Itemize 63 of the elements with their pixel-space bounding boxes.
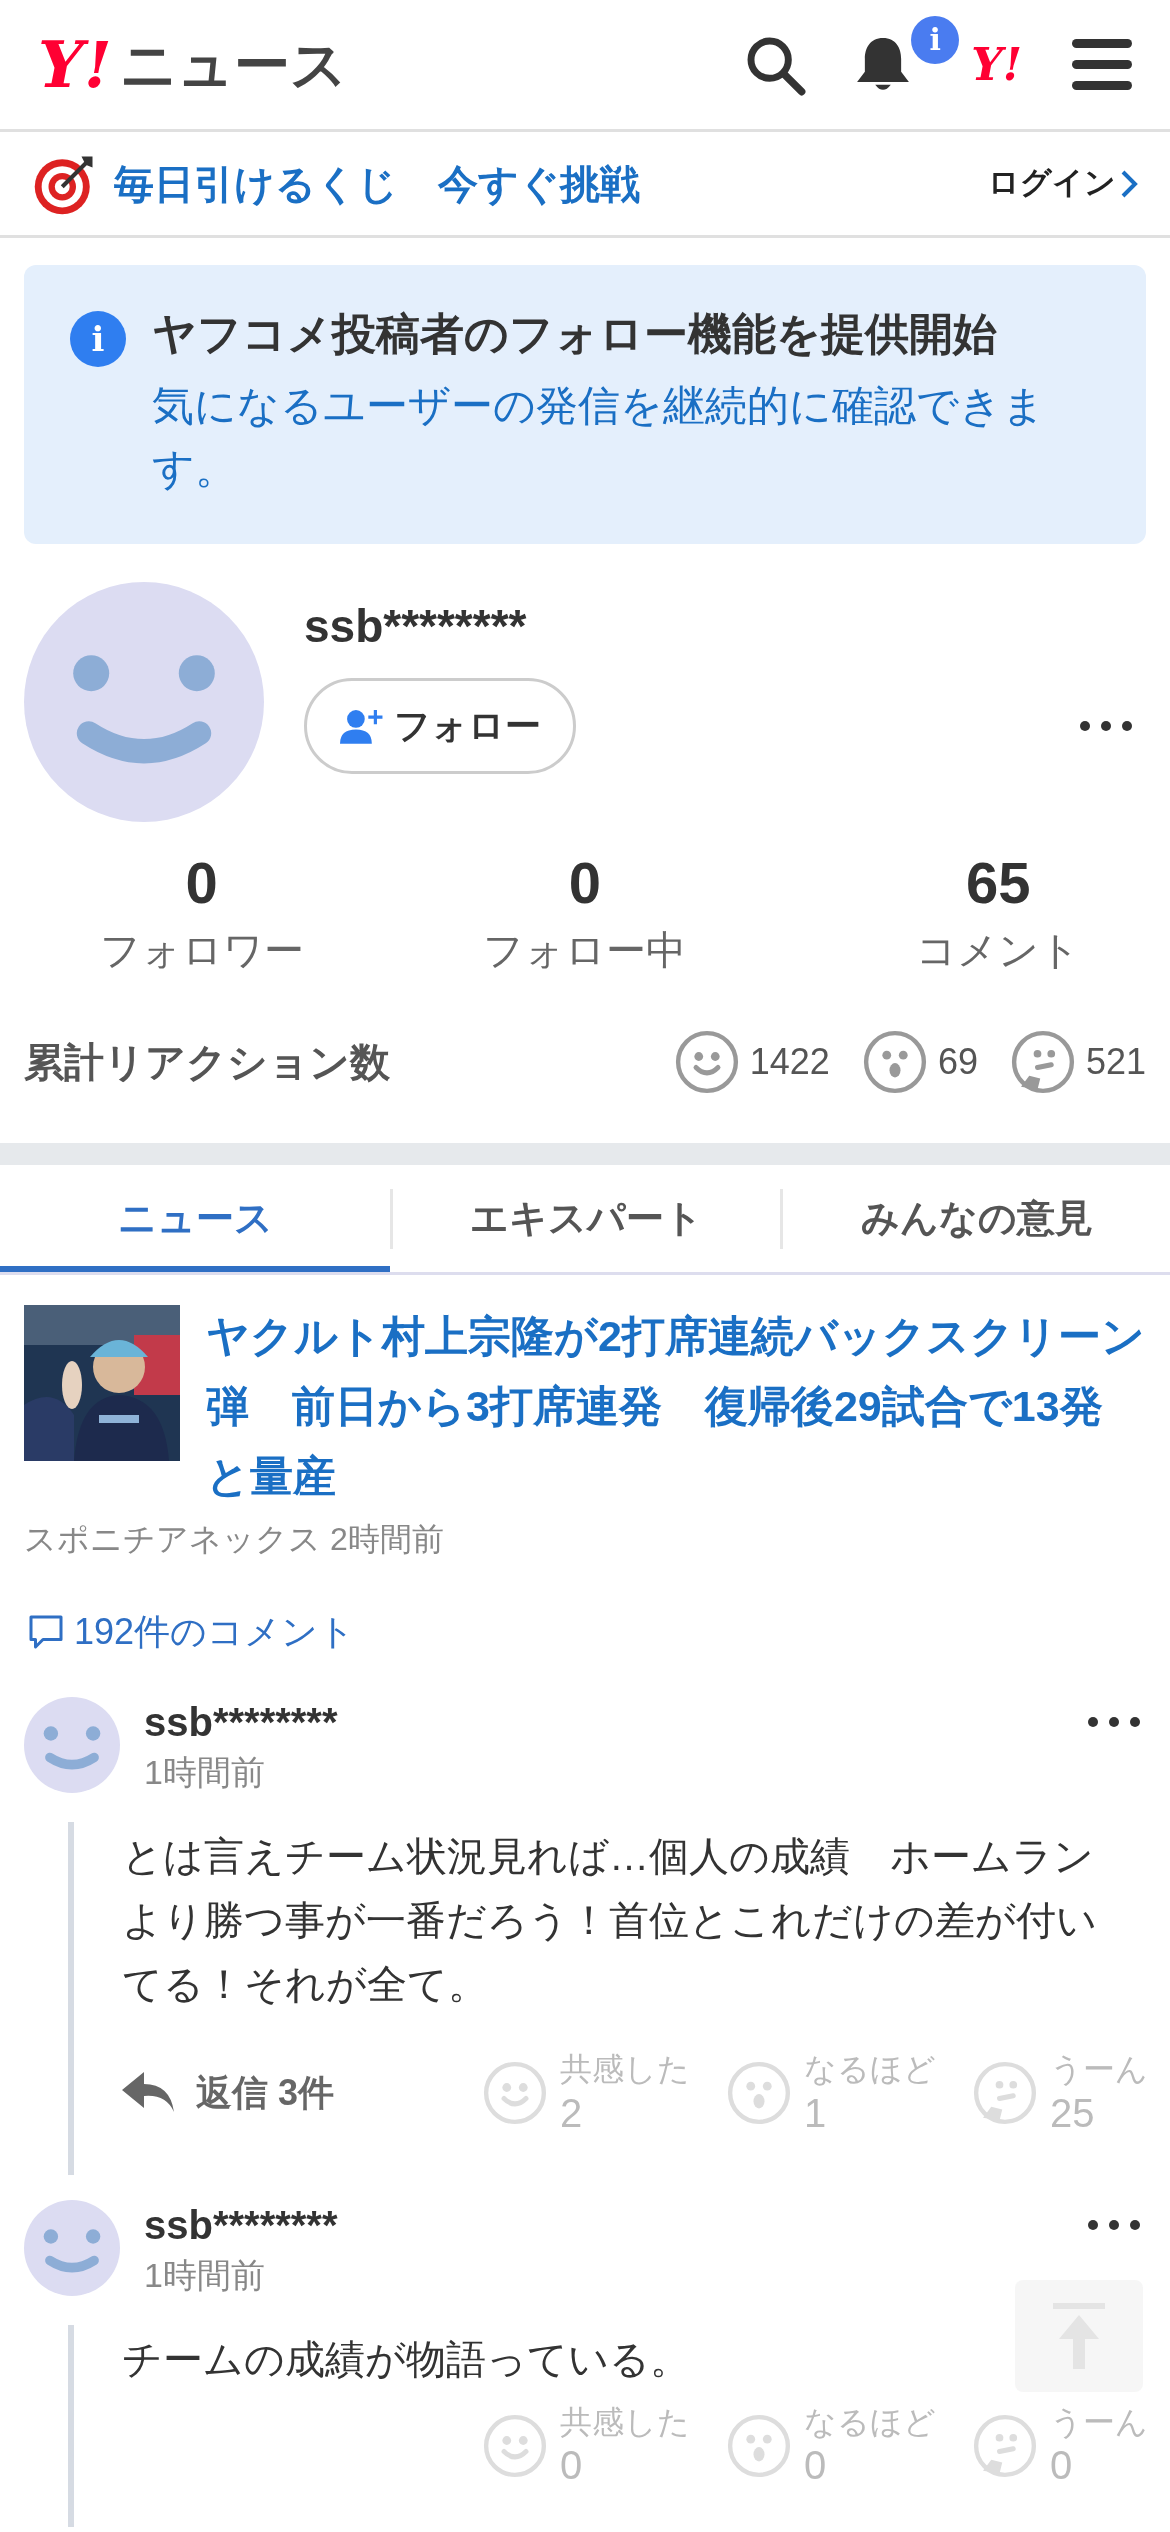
tab[interactable]: エキスパート xyxy=(393,1165,780,1273)
chevron-right-icon xyxy=(1120,168,1138,199)
lottery-link[interactable]: 毎日引けるくじ 今すぐ挑戦 xyxy=(114,153,640,214)
user-name: ssb******** xyxy=(304,599,528,655)
notice-title: ヤフコメ投稿者のフォロー機能を提供開始 xyxy=(152,308,998,360)
reaction-label: 共感した xyxy=(560,2402,690,2441)
reaction-label: なるほど xyxy=(804,2050,936,2089)
more-icon[interactable] xyxy=(1086,1715,1142,1730)
more-icon[interactable] xyxy=(1086,2217,1142,2232)
reaction-label: 共感した xyxy=(560,2050,690,2089)
thinking-face-icon xyxy=(1009,1029,1076,1096)
comment-user: ssb******** xyxy=(144,2201,338,2249)
comment-text: とは言えチーム状況見れば…個人の成績 ホームランより勝つ事が一番だろう！首位とこれだけの差が付いてる！それが全て。 xyxy=(122,1833,1098,2009)
yahoo-link[interactable]: Y! xyxy=(971,42,1022,87)
surprised-face-icon xyxy=(861,1029,928,1096)
avatar-icon xyxy=(24,2199,120,2296)
stat-value: 0 xyxy=(568,854,602,913)
reaction-label: うーん xyxy=(1050,2050,1148,2089)
thinking-face-icon xyxy=(972,2412,1038,2479)
stat-label: フォロー中 xyxy=(483,927,687,975)
smile-face-icon xyxy=(482,2060,548,2127)
info-icon: i xyxy=(70,311,126,367)
article-title[interactable]: ヤクルト村上宗隆が2打席連続バックスクリーン弾 前日から3打席連発 復帰後29試合で13発と量産 xyxy=(206,1301,1146,1512)
notice-text: 気になるユーザーの発信を継続的に確認できます。 xyxy=(152,381,1046,495)
comment-user: ssb******** xyxy=(144,1699,338,1747)
reactions-label: 累計リアクション数 xyxy=(24,1039,390,1087)
follow-button[interactable]: フォロー xyxy=(304,677,576,774)
stat-value: 0 xyxy=(185,854,218,913)
smile-face-icon xyxy=(673,1029,740,1096)
reaction-count: 0 xyxy=(1050,2441,1073,2489)
surprised-face-icon xyxy=(726,2060,792,2127)
reaction-count: 25 xyxy=(1050,2089,1095,2137)
avatar-icon xyxy=(24,1697,120,1794)
stat-label: コメント xyxy=(916,927,1081,975)
comments-link[interactable]: 192件のコメント xyxy=(0,1605,1170,1660)
reaction-count: 0 xyxy=(560,2441,583,2489)
reaction-count: 1422 xyxy=(749,1040,830,1085)
reaction-label: なるほど xyxy=(804,2402,936,2441)
reaction-count: 1 xyxy=(804,2089,827,2137)
comment-time: 1時間前 xyxy=(144,2254,266,2296)
tab[interactable]: ニュース xyxy=(0,1165,390,1273)
more-icon[interactable] xyxy=(1078,718,1134,733)
comment-time: 1時間前 xyxy=(144,1752,266,1794)
thinking-face-icon xyxy=(972,2060,1038,2127)
smile-face-icon xyxy=(482,2412,548,2479)
reaction-count: 2 xyxy=(560,2089,583,2137)
notification-badge: i xyxy=(911,15,960,64)
reaction-count: 521 xyxy=(1085,1040,1146,1085)
speech-bubble-icon xyxy=(28,1614,64,1651)
reaction-count: 69 xyxy=(937,1040,978,1085)
comment-text: チームの成績が物語っている。 xyxy=(122,2335,690,2383)
avatar-icon xyxy=(24,582,264,823)
stat-value: 65 xyxy=(966,854,1031,913)
reaction-count: 0 xyxy=(804,2441,827,2489)
login-link[interactable]: ログイン xyxy=(988,160,1138,207)
article-source: スポニチアネックス 2時間前 xyxy=(24,1521,444,1558)
stat-label: フォロワー xyxy=(99,927,304,975)
menu-icon[interactable] xyxy=(1072,38,1132,91)
tab[interactable]: みんなの意見 xyxy=(783,1165,1170,1273)
reaction-label: うーん xyxy=(1050,2402,1148,2441)
reply-button[interactable]: 返信 3件 xyxy=(122,2066,335,2121)
surprised-face-icon xyxy=(726,2412,792,2479)
logo[interactable]: Y!ニュース xyxy=(38,32,347,97)
